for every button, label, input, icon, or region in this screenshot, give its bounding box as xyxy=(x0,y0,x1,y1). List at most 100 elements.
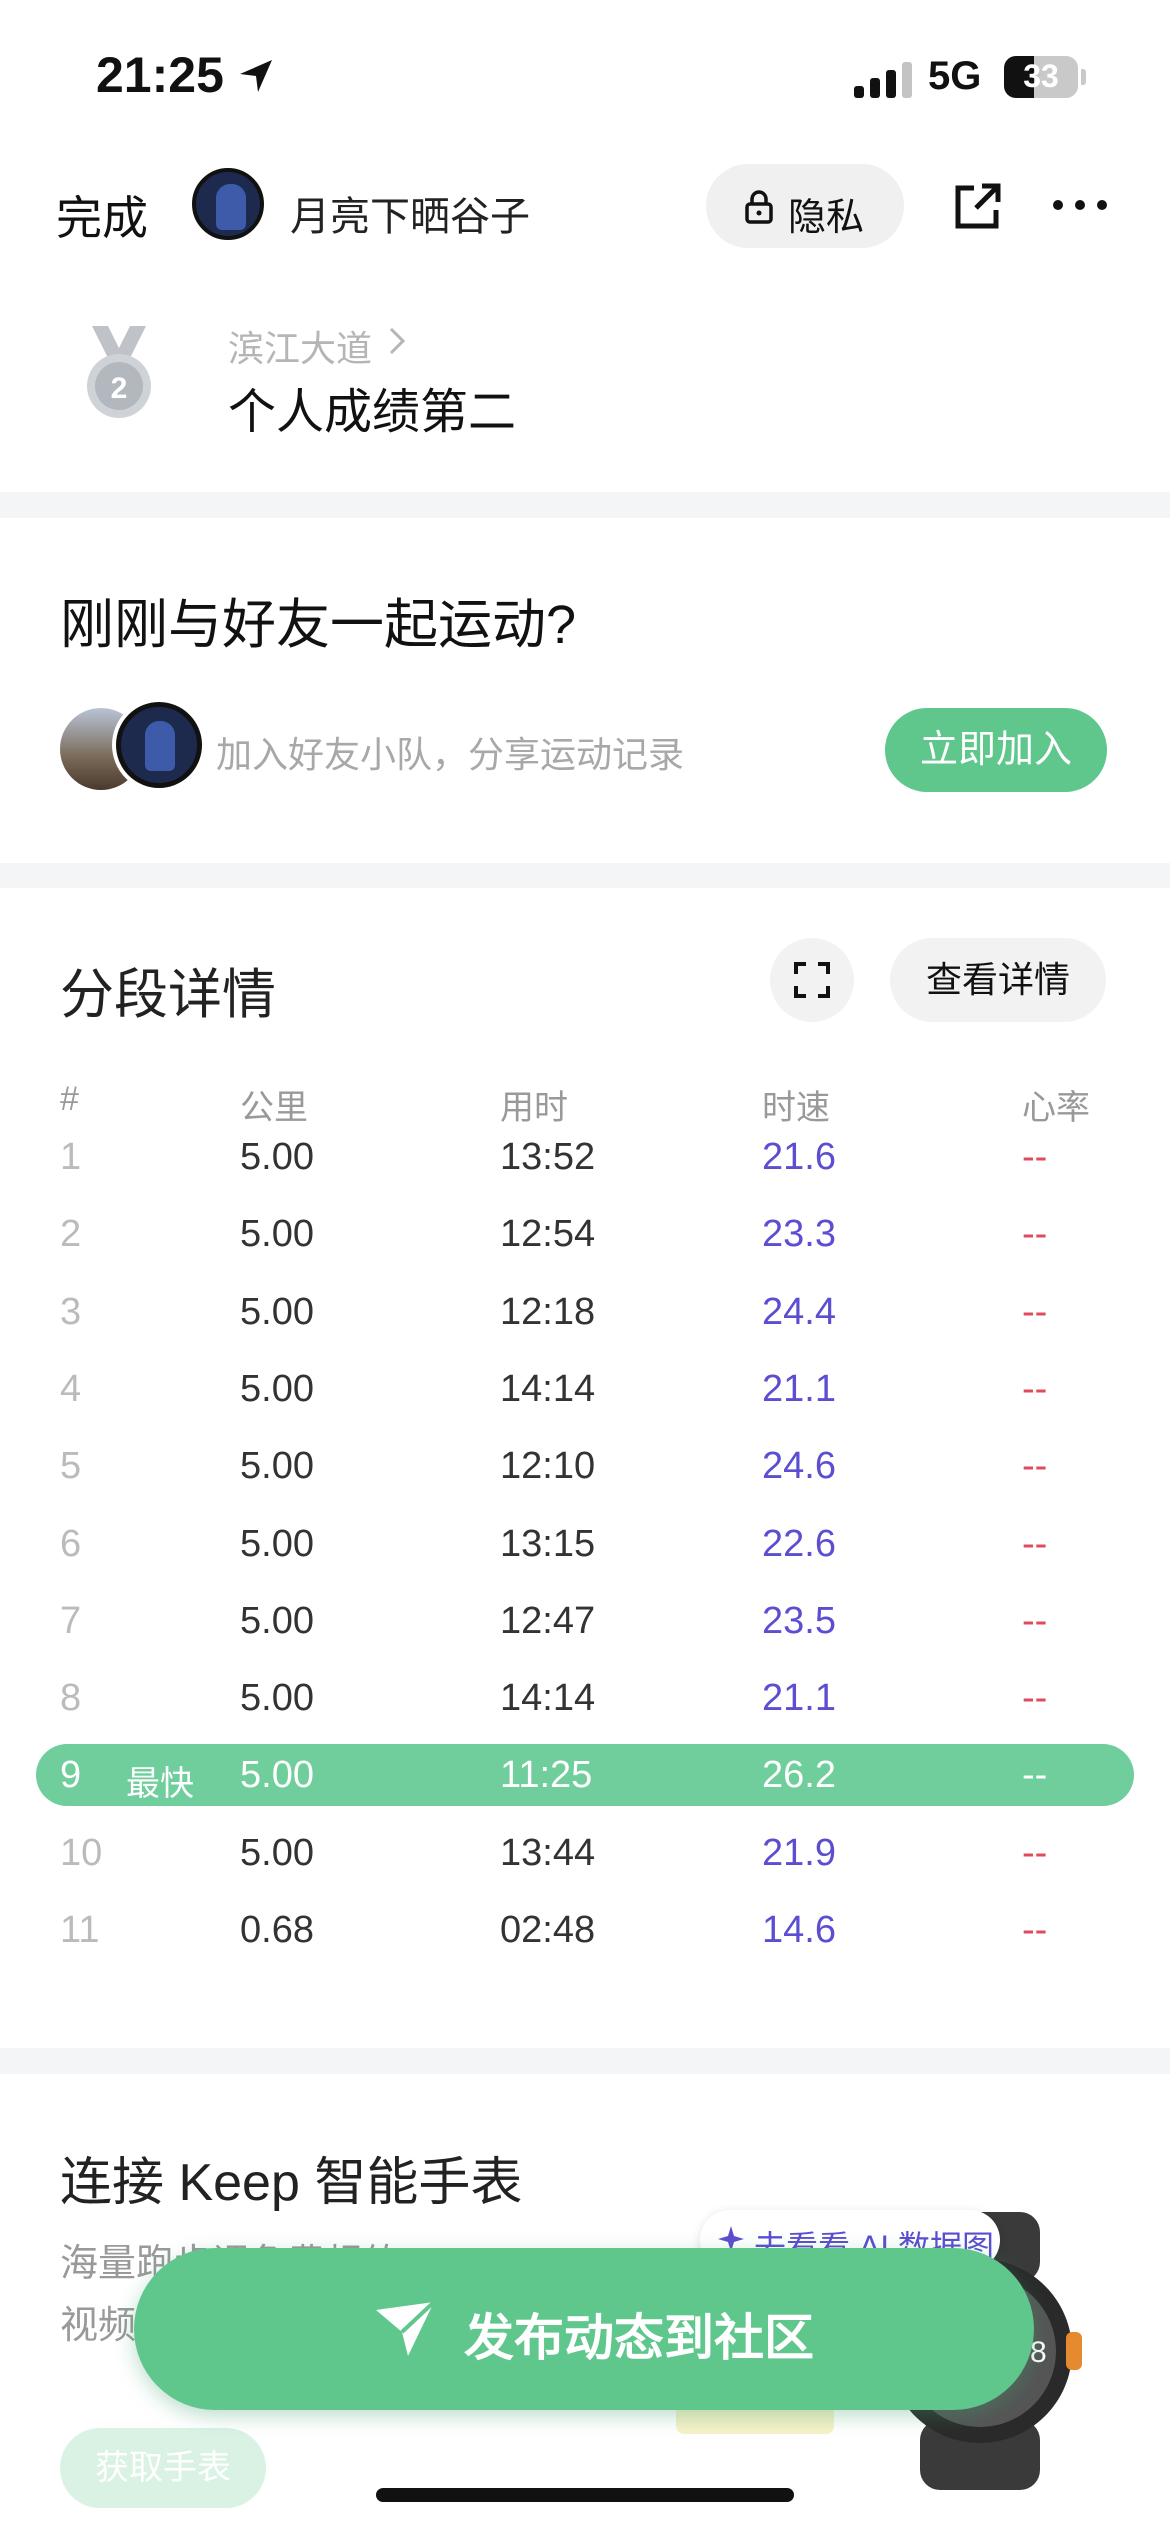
split-index: 1 xyxy=(60,1136,82,1178)
table-row[interactable]: 4 5.00 14:14 21.1 -- xyxy=(36,1358,1134,1420)
split-index: 8 xyxy=(60,1677,82,1720)
split-index: 10 xyxy=(60,1831,103,1874)
split-distance: 5.00 xyxy=(240,1599,314,1642)
split-speed: 23.5 xyxy=(762,1599,836,1642)
publish-to-community-button[interactable]: 发布动态到社区 xyxy=(134,2248,1034,2410)
watch-subtitle-line2: 视频 xyxy=(60,2305,137,2347)
top-header: 完成 月亮下晒谷子 隐私 xyxy=(0,150,1170,270)
split-time: 13:15 xyxy=(500,1522,596,1565)
split-time: 12:54 xyxy=(500,1213,596,1256)
split-index: 7 xyxy=(60,1599,82,1642)
split-heart-rate: -- xyxy=(1022,1522,1048,1565)
split-distance: 5.00 xyxy=(240,1831,314,1874)
view-details-button[interactable]: 查看详情 xyxy=(890,938,1106,1022)
splits-title: 分段详情 xyxy=(60,965,276,1025)
split-distance: 5.00 xyxy=(240,1290,314,1333)
location-arrow-icon xyxy=(240,60,272,92)
column-header-time: 用时 xyxy=(500,1089,568,1127)
done-button[interactable]: 完成 xyxy=(56,182,148,248)
split-speed: 14.6 xyxy=(762,1909,836,1951)
split-index: 2 xyxy=(60,1213,82,1256)
column-header-index: # xyxy=(60,1080,79,1118)
user-avatar-small xyxy=(116,702,202,788)
split-distance: 5.00 xyxy=(240,1213,314,1256)
split-speed: 21.6 xyxy=(762,1136,836,1178)
status-time: 21:25 xyxy=(96,47,224,103)
table-row[interactable]: 5 5.00 12:10 24.6 -- xyxy=(36,1435,1134,1497)
table-row[interactable]: 6 5.00 13:15 22.6 -- xyxy=(36,1513,1134,1575)
split-distance: 5.00 xyxy=(240,1136,314,1178)
route-link[interactable]: 滨江大道 xyxy=(228,320,372,372)
chevron-right-icon xyxy=(389,327,406,355)
share-icon[interactable] xyxy=(952,180,1004,232)
join-now-button[interactable]: 立即加入 xyxy=(885,708,1107,792)
cellular-signal-icon xyxy=(854,62,912,98)
silver-medal-icon: 2 xyxy=(87,326,151,418)
network-type: 5G xyxy=(928,54,982,98)
split-time: 12:47 xyxy=(500,1599,596,1642)
home-indicator xyxy=(376,2488,794,2502)
battery-level: 33 xyxy=(1023,58,1059,94)
split-speed: 24.4 xyxy=(762,1290,836,1333)
split-time: 14:14 xyxy=(500,1367,596,1410)
split-distance: 5.00 xyxy=(240,1367,314,1410)
split-time: 11:25 xyxy=(500,1754,593,1797)
get-watch-button[interactable]: 获取手表 xyxy=(60,2428,266,2508)
split-speed: 21.1 xyxy=(762,1677,836,1720)
publish-label: 发布动态到社区 xyxy=(464,2310,814,2366)
achievement-title: 个人成绩第二 xyxy=(228,386,517,439)
column-header-speed: 时速 xyxy=(762,1089,830,1127)
send-icon xyxy=(376,2300,436,2356)
fullscreen-button[interactable] xyxy=(770,938,854,1022)
split-heart-rate: -- xyxy=(1022,1290,1048,1333)
split-index: 5 xyxy=(60,1445,82,1488)
split-distance: 5.00 xyxy=(240,1677,314,1720)
split-distance: 0.68 xyxy=(240,1909,314,1951)
split-index: 9 xyxy=(60,1754,82,1797)
split-time: 12:10 xyxy=(500,1445,596,1488)
lock-icon xyxy=(745,190,773,224)
fastest-badge: 最快 xyxy=(126,1765,194,1804)
splits-card: 分段详情 查看详情 # 公里 用时 时速 心率 1 5.00 13:52 21.6 --… xyxy=(0,888,1170,2048)
split-heart-rate: -- xyxy=(1022,1136,1048,1178)
split-index: 6 xyxy=(60,1522,82,1565)
battery-icon: 33 xyxy=(1004,56,1086,98)
medal-number: 2 xyxy=(111,372,128,405)
split-distance: 5.00 xyxy=(240,1754,314,1797)
more-options-icon[interactable] xyxy=(1050,190,1110,220)
table-row[interactable]: 3 5.00 12:18 24.4 -- xyxy=(36,1281,1134,1343)
split-heart-rate: -- xyxy=(1022,1831,1048,1874)
split-heart-rate: -- xyxy=(1022,1677,1048,1720)
split-heart-rate: -- xyxy=(1022,1754,1048,1797)
split-time: 13:52 xyxy=(500,1136,596,1178)
split-heart-rate: -- xyxy=(1022,1909,1048,1951)
split-distance: 5.00 xyxy=(240,1522,314,1565)
split-index: 3 xyxy=(60,1290,82,1333)
table-row-best[interactable]: 9 5.00 11:25 26.2 -- 最快 xyxy=(36,1744,1134,1807)
split-index: 4 xyxy=(60,1367,82,1410)
table-row[interactable]: 8 5.00 14:14 21.1 -- xyxy=(36,1667,1134,1729)
split-speed: 22.6 xyxy=(762,1522,836,1565)
privacy-button[interactable]: 隐私 xyxy=(706,164,904,248)
split-speed: 24.6 xyxy=(762,1445,836,1488)
split-speed: 23.3 xyxy=(762,1213,836,1256)
user-avatar[interactable] xyxy=(192,168,264,240)
column-header-km: 公里 xyxy=(240,1089,308,1127)
achievement-card[interactable]: 2 滨江大道 个人成绩第二 xyxy=(0,270,1170,492)
table-row[interactable]: 1 5.00 13:52 21.6 -- xyxy=(36,1126,1134,1188)
split-time: 14:14 xyxy=(500,1677,596,1720)
table-row[interactable]: 10 5.00 13:44 21.9 -- xyxy=(36,1822,1134,1884)
split-distance: 5.00 xyxy=(240,1445,314,1488)
split-time: 02:48 xyxy=(500,1909,596,1951)
split-heart-rate: -- xyxy=(1022,1367,1048,1410)
friends-subtitle: 加入好友小队，分享运动记录 xyxy=(216,734,685,775)
friends-card: 刚刚与好友一起运动? 加入好友小队，分享运动记录 立即加入 xyxy=(0,518,1170,863)
table-row[interactable]: 7 5.00 12:47 23.5 -- xyxy=(36,1590,1134,1652)
table-row[interactable]: 2 5.00 12:54 23.3 -- xyxy=(36,1203,1134,1265)
username[interactable]: 月亮下晒谷子 xyxy=(290,184,530,242)
column-header-heart-rate: 心率 xyxy=(1022,1089,1090,1127)
table-row[interactable]: 11 0.68 02:48 14.6 -- xyxy=(36,1899,1134,1961)
split-speed: 26.2 xyxy=(762,1754,836,1797)
split-heart-rate: -- xyxy=(1022,1213,1048,1256)
fullscreen-icon xyxy=(794,962,830,998)
